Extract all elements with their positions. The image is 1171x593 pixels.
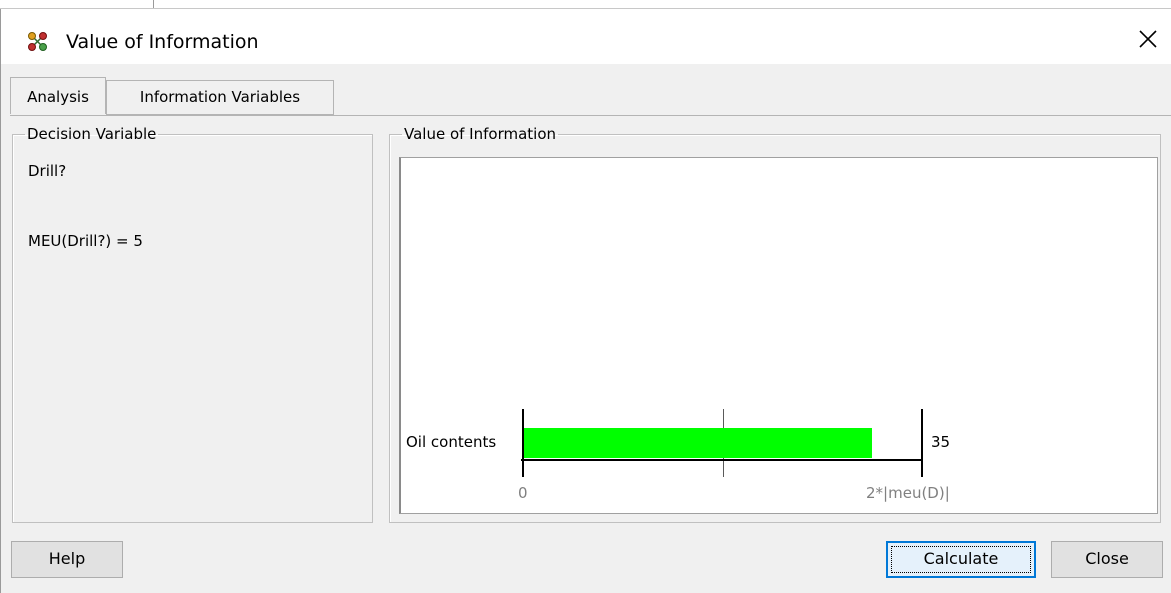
chart-x-axis <box>521 459 923 461</box>
help-button[interactable]: Help <box>11 541 123 578</box>
x-tick-label-zero: 0 <box>518 484 528 502</box>
chart-max-tick <box>921 409 923 477</box>
value-of-information-legend: Value of Information <box>404 125 557 143</box>
tab-information-variables[interactable]: Information Variables <box>106 80 334 115</box>
meu-value: MEU(Drill?) = 5 <box>28 232 143 250</box>
bar-value-label: 35 <box>931 433 951 451</box>
decision-variable-legend: Decision Variable <box>27 125 157 143</box>
value-of-information-dialog: Value of Information Analysis Informatio… <box>0 9 1171 593</box>
decision-variable-group: Decision Variable <box>12 126 373 523</box>
close-button-label: Close <box>1085 549 1129 568</box>
tab-information-variables-label: Information Variables <box>139 88 301 106</box>
close-button[interactable]: Close <box>1051 541 1163 578</box>
title-bar[interactable]: Value of Information <box>1 9 1171 64</box>
close-icon[interactable] <box>1135 26 1161 52</box>
network-nodes-icon <box>28 32 47 51</box>
bar-category-label: Oil contents <box>406 433 497 451</box>
background-window-edge <box>0 0 1171 9</box>
help-button-label: Help <box>48 549 86 568</box>
calculate-button[interactable]: Calculate <box>886 541 1036 578</box>
background-edge-tick <box>153 0 154 8</box>
calculate-button-label: Calculate <box>923 549 999 568</box>
dialog-title: Value of Information <box>66 31 259 53</box>
decision-variable-name: Drill? <box>28 162 67 180</box>
voi-chart: Oil contents 35 0 2*|meu(D)| <box>399 157 1158 514</box>
tab-analysis-label: Analysis <box>27 88 89 106</box>
bar-oil-contents <box>524 428 873 458</box>
tab-analysis[interactable]: Analysis <box>10 77 106 114</box>
x-tick-label-max: 2*|meu(D)| <box>866 484 950 502</box>
